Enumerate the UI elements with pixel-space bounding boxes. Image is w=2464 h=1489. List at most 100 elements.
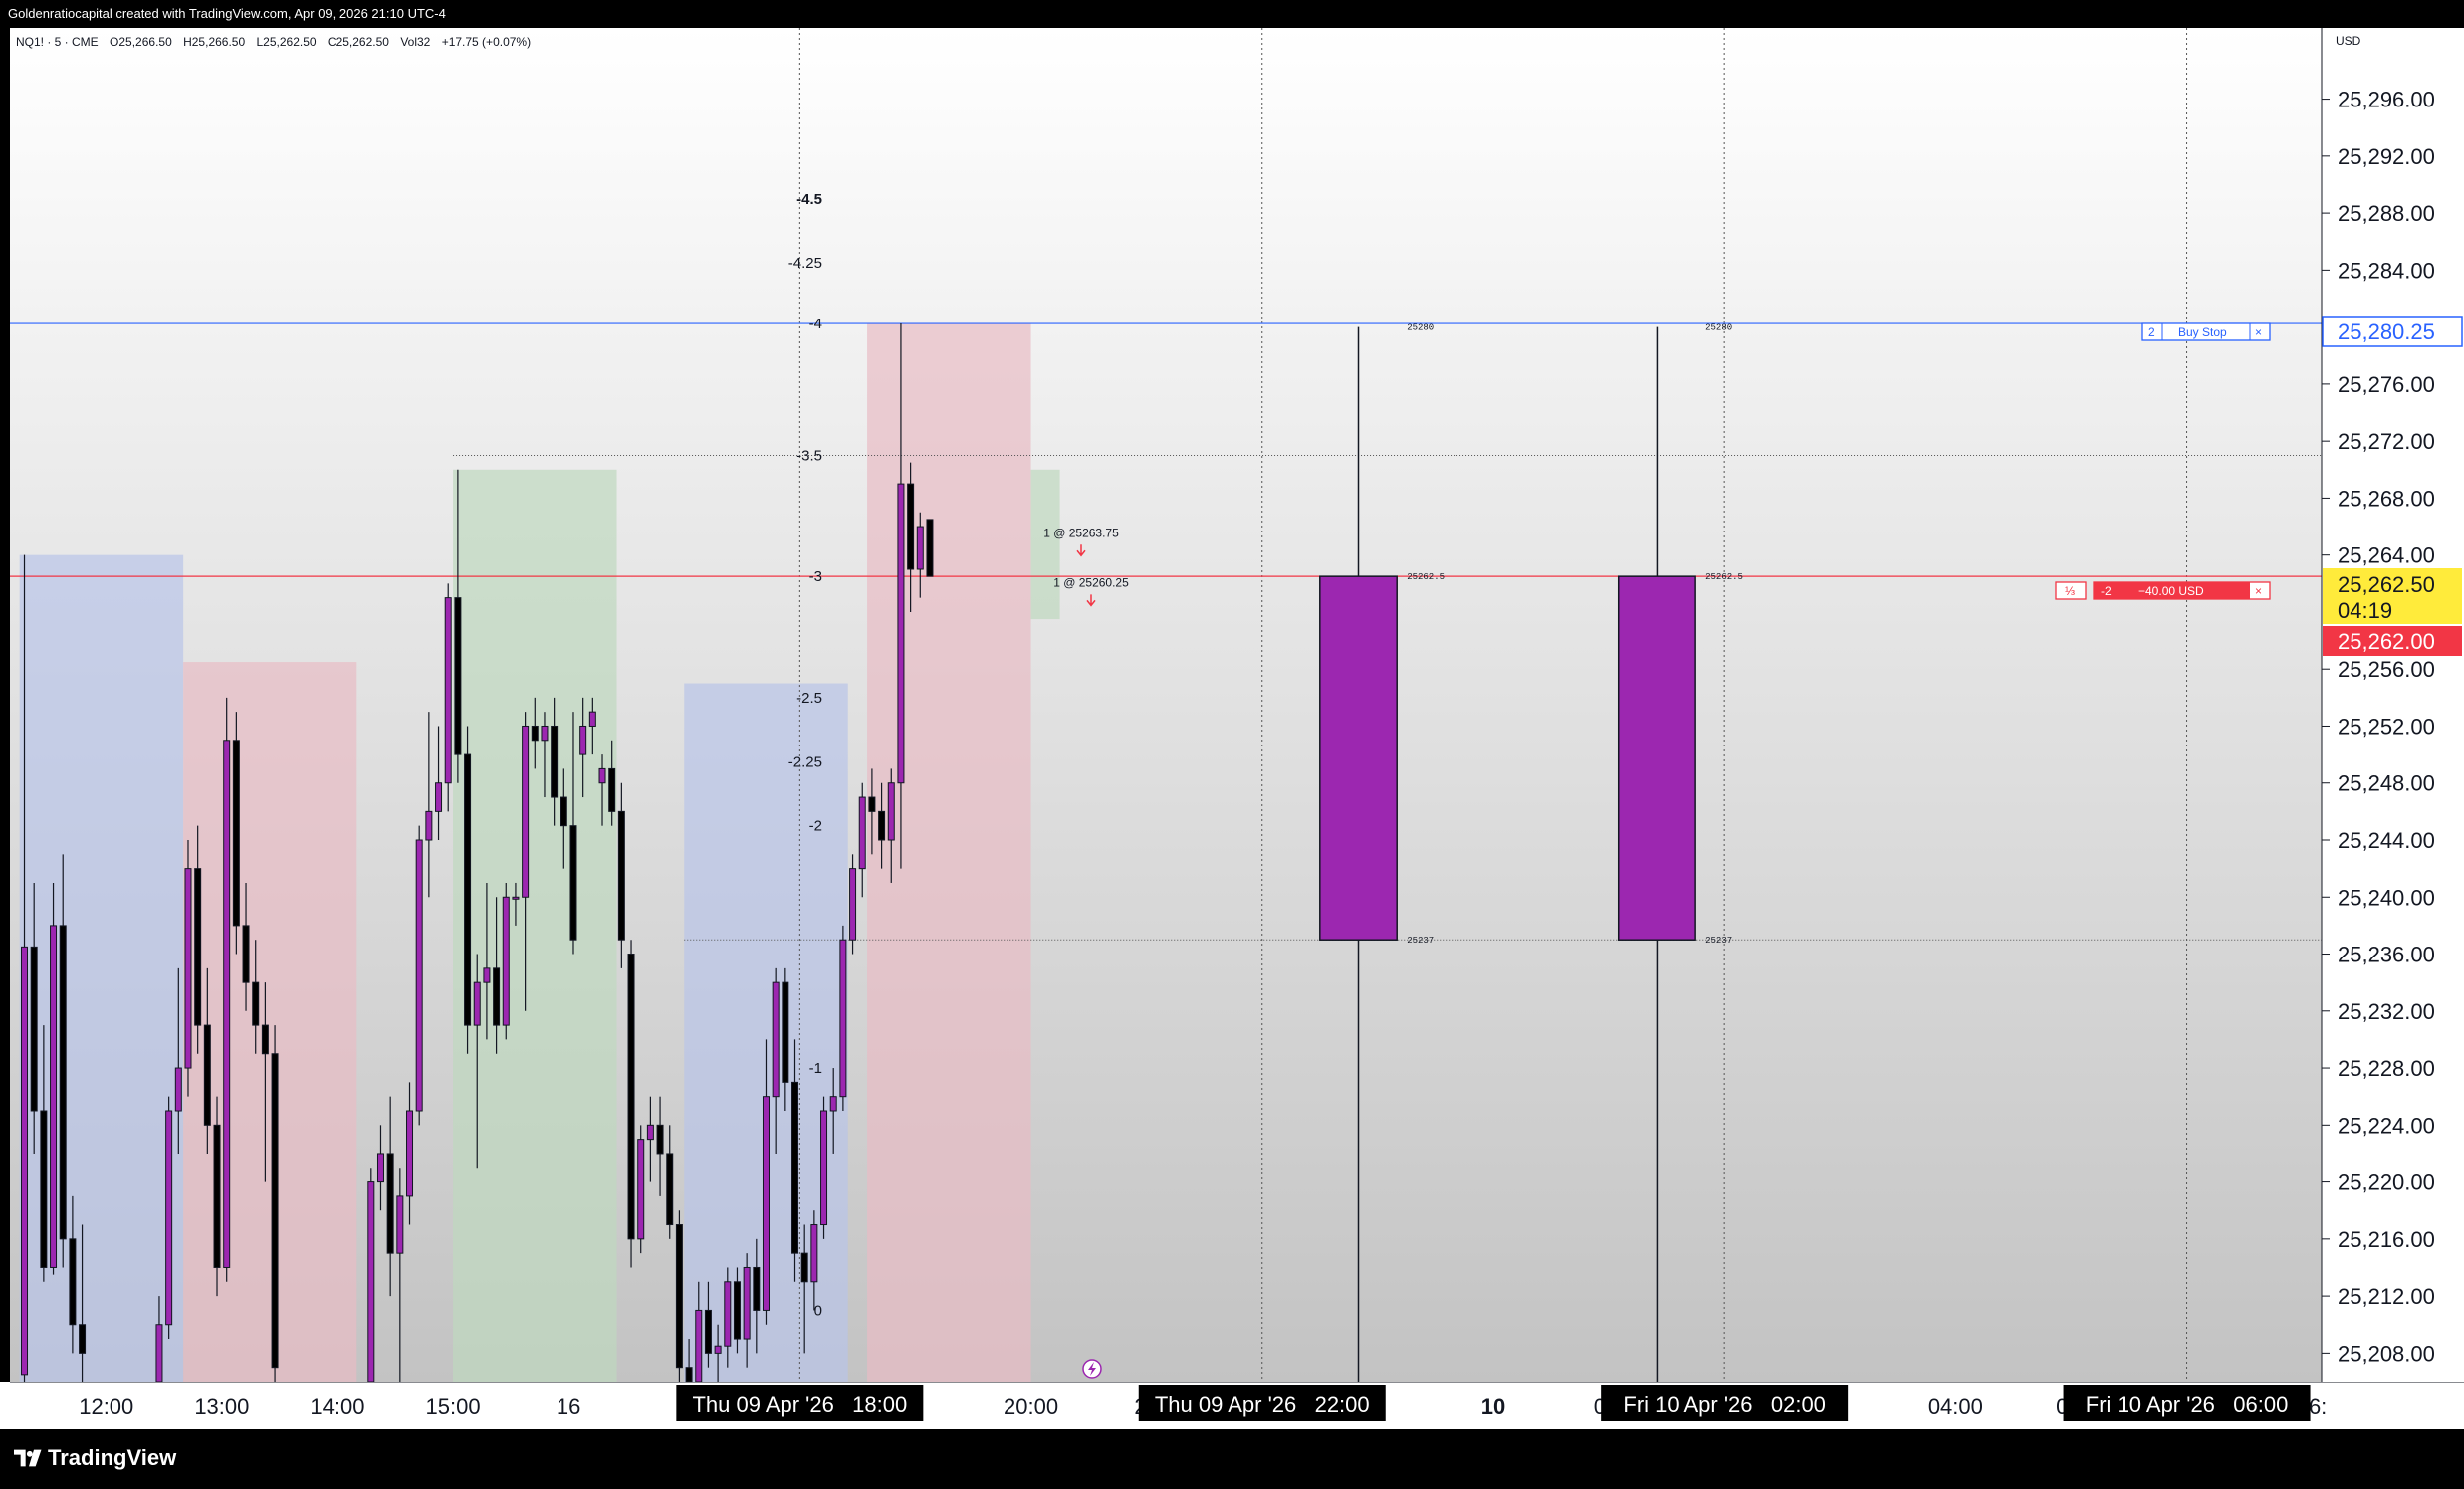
candle-body-10 [184,868,192,1069]
candle-body-11 [194,868,202,1026]
fib-label-8: -1 [809,1060,822,1077]
brand-name: TradingView [48,1445,177,1470]
candle-body-13 [213,1124,221,1268]
projection-high-label-1: 25280 [1705,323,1732,333]
candle-body-77 [916,526,924,570]
price-label-15: 25,228.00 [2338,1056,2435,1081]
bid-price: 25,262.00 [2338,629,2435,654]
time-axis-svg[interactable]: 12:0013:0014:0015:001620:00211001:04:000… [0,1381,2464,1429]
marker-time-label-3: Fri 10 Apr '26 06:00 [2086,1392,2289,1417]
price-label-14: 25,232.00 [2338,999,2435,1024]
candle-body-9 [174,1067,182,1112]
ohlc-low: L25,262.50 [257,35,317,49]
buy-stop-close-icon[interactable]: × [2255,325,2262,339]
candle-body-52 [675,1224,683,1369]
projection-low-label-1: 25237 [1705,936,1732,946]
time-axis-bar[interactable]: 12:0013:0014:0015:001620:00211001:04:000… [0,1381,2464,1429]
chart-svg[interactable]: 25280 25262.5 25237 25280 25262.5 25237 -4.5 -… [10,28,2464,1382]
candle-body-59 [743,1266,751,1340]
candle-body-60 [753,1266,761,1311]
lightning-icon[interactable] [1082,1359,1102,1379]
fib-label-2: -4 [809,316,822,332]
ohlc-volume: Vol32 [400,35,430,49]
symbol-info: NQ1! · 5 · CME O25,266.50 H25,266.50 L25… [16,35,531,49]
candle-body-7 [155,1324,163,1382]
candle-body-6 [79,1324,87,1354]
execution-label-1: 1 @ 25260.25 [1053,575,1129,589]
price-label-5: 25,272.00 [2338,429,2435,454]
projection-body-1 [1617,575,1696,941]
fib-label-4: -3 [809,568,822,585]
price-label-9: 25,252.00 [2338,714,2435,739]
candle-body-0 [21,946,29,1376]
candle-body-39 [551,725,559,798]
candle-body-32 [483,967,491,983]
candle-body-36 [522,725,530,898]
fib-label-3: -3.5 [796,447,822,464]
buy-stop-label: Buy Stop [2178,325,2227,339]
candle-body-35 [512,896,520,900]
candle-body-51 [666,1153,674,1226]
price-label-16: 25,224.00 [2338,1113,2435,1138]
candle-body-26 [425,810,433,841]
ohlc-open: O25,266.50 [110,35,172,49]
zone-red-1 [183,662,357,1382]
candle-body-76 [907,483,915,570]
buy-stop-qty: 2 [2148,325,2155,339]
candle-body-48 [637,1139,645,1240]
projection-body-0 [1319,575,1398,941]
marker-time-label-0: Thu 09 Apr '26 18:00 [692,1392,907,1417]
candle-body-8 [165,1110,173,1326]
symbol-name: NQ1! · 5 · CME [16,35,99,49]
price-label-10: 25,248.00 [2338,771,2435,796]
candle-body-68 [829,1096,837,1112]
position-tag: ⅓ [2065,584,2075,598]
position-close-icon[interactable]: × [2255,584,2262,598]
time-tick-7: 10 [1481,1394,1505,1419]
price-label-6: 25,268.00 [2338,486,2435,511]
time-tick-4: 16 [557,1394,580,1419]
buy-stop-order[interactable]: 2 Buy Stop × [2141,322,2271,341]
price-label-20: 25,208.00 [2338,1341,2435,1366]
bar-countdown: 04:19 [2338,598,2392,623]
price-label-0: 25,296.00 [2338,88,2435,112]
candle-body-58 [733,1281,741,1340]
projection-mid-label-0: 25262.5 [1407,572,1445,582]
candle-body-29 [454,597,462,755]
candle-body-75 [897,483,905,784]
caption-text: Goldenratiocapital created with TradingV… [8,6,446,21]
fib-label-6: -2.25 [788,753,822,770]
zone-green-2 [453,469,617,1382]
time-tick-1: 13:00 [194,1394,249,1419]
candle-body-65 [800,1252,808,1283]
candle-body-63 [782,981,789,1083]
footer-bar: TradingView [0,1429,2464,1489]
candle-body-34 [502,896,510,1026]
candle-body-37 [531,725,539,742]
projection-high-label-0: 25280 [1407,323,1434,333]
chart-area[interactable]: 25280 25262.5 25237 25280 25262.5 25237 -4.5 -… [10,28,2464,1382]
price-label-4: 25,276.00 [2338,372,2435,397]
ohlc-high: H25,266.50 [183,35,245,49]
marker-time-label-2: Fri 10 Apr '26 02:00 [1623,1392,1826,1417]
currency-label: USD [2336,34,2361,48]
candle-body-19 [271,1053,279,1369]
candle-body-41 [569,825,577,941]
price-label-11: 25,244.00 [2338,828,2435,853]
candle-body-67 [820,1110,828,1226]
buy-stop-price: 25,280.25 [2338,319,2435,344]
price-labels: 25,296.00 25,292.00 25,288.00 25,284.00 25,2… [2322,88,2435,1366]
time-tick-2: 14:00 [310,1394,364,1419]
candle-body-20 [367,1181,375,1382]
candle-body-3 [50,925,58,1268]
candle-body-78 [926,519,934,577]
candle-body-43 [588,711,596,727]
candle-body-16 [242,925,250,983]
projection-low-label-0: 25237 [1407,936,1434,946]
position-pnl: −40.00 USD [2138,584,2204,598]
candle-body-61 [762,1096,770,1311]
bid-price-tag: 25,262.00 [2323,626,2462,656]
candle-body-33 [493,967,501,1026]
candle-body-22 [386,1153,394,1254]
price-label-13: 25,236.00 [2338,943,2435,967]
